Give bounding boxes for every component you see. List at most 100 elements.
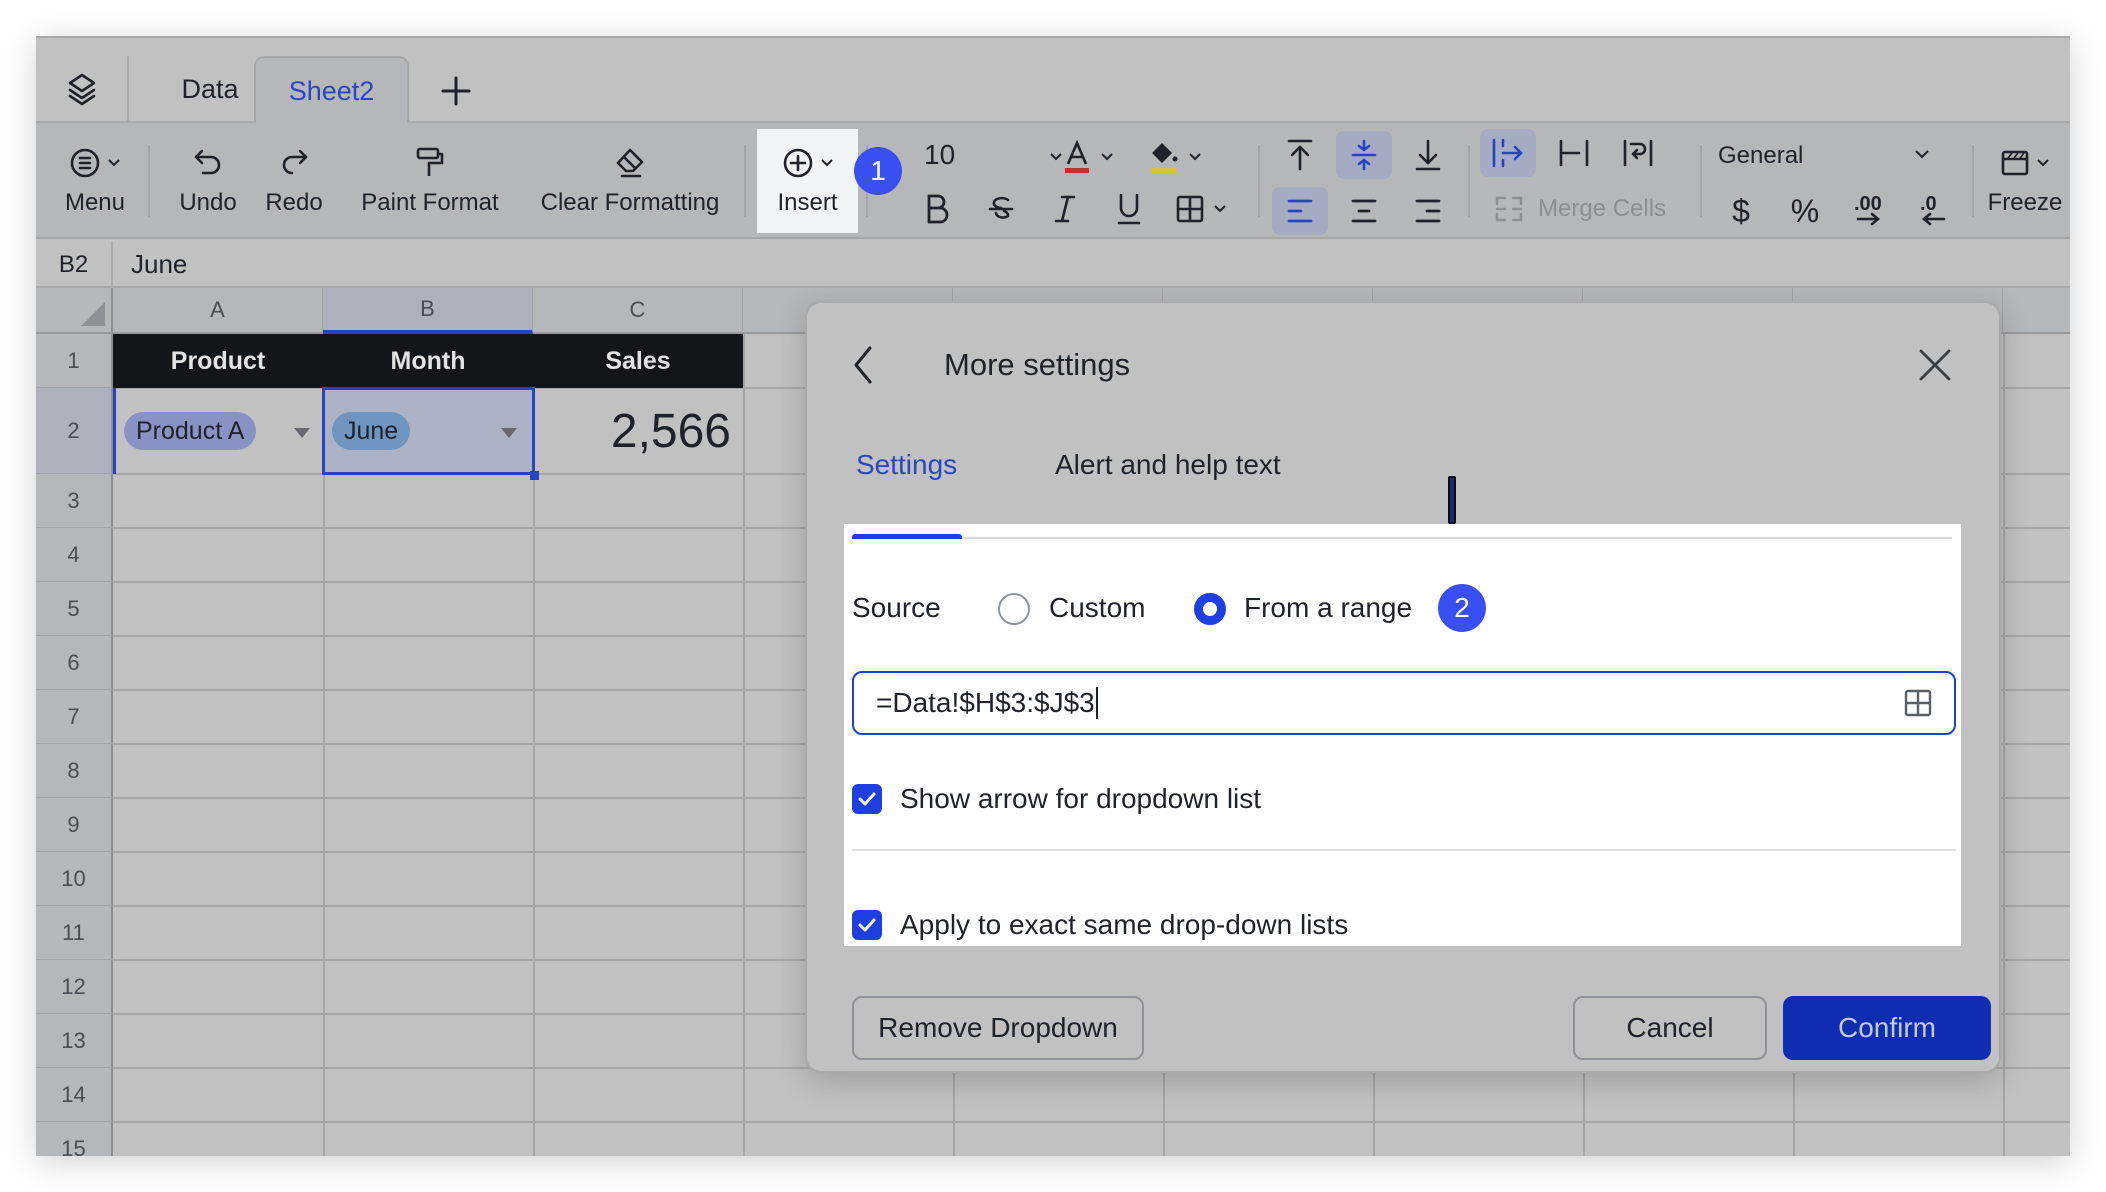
radio-custom-label[interactable]: Custom bbox=[1049, 588, 1145, 628]
row-header-5[interactable]: 5 bbox=[36, 582, 113, 636]
row-header-10[interactable]: 10 bbox=[36, 852, 113, 906]
insert-button[interactable]: Insert bbox=[757, 129, 858, 233]
percent-format-button[interactable]: % bbox=[1777, 187, 1833, 235]
row-header-9[interactable]: 9 bbox=[36, 798, 113, 852]
formula-bar: B2 June bbox=[36, 241, 2070, 288]
row-header-8[interactable]: 8 bbox=[36, 744, 113, 798]
dropdown-chip: Product A bbox=[124, 412, 257, 450]
show-arrow-checkbox[interactable] bbox=[852, 784, 882, 814]
cell-text: 2,566 bbox=[610, 404, 731, 458]
fill-color-icon bbox=[1151, 143, 1178, 173]
redo-button[interactable]: Redo bbox=[254, 123, 334, 239]
freeze-button[interactable]: Freeze bbox=[1984, 123, 2066, 239]
chevron-down-icon bbox=[820, 159, 833, 167]
bold-icon bbox=[927, 194, 949, 224]
undo-button[interactable]: Undo bbox=[166, 123, 250, 239]
chevron-down-icon bbox=[1101, 153, 1113, 161]
increase-decimal-button[interactable]: .00 bbox=[1841, 185, 1897, 233]
text-overflow-button[interactable] bbox=[1480, 129, 1536, 177]
text-color-icon bbox=[1065, 140, 1089, 173]
select-all-corner[interactable] bbox=[36, 288, 113, 334]
column-header-j[interactable] bbox=[2003, 288, 2070, 334]
italic-button[interactable] bbox=[1037, 185, 1093, 233]
fill-color-button[interactable] bbox=[1134, 133, 1216, 181]
row-header-14[interactable]: 14 bbox=[36, 1068, 113, 1122]
cancel-button[interactable]: Cancel bbox=[1573, 996, 1767, 1060]
row-header-4[interactable]: 4 bbox=[36, 528, 113, 582]
row-header-1[interactable]: 1 bbox=[36, 334, 113, 388]
menu-button[interactable]: Menu bbox=[50, 123, 140, 239]
dropdown-arrow-icon[interactable] bbox=[501, 428, 517, 438]
apply-same-lists-checkbox[interactable] bbox=[852, 910, 882, 940]
show-arrow-label[interactable]: Show arrow for dropdown list bbox=[900, 779, 1261, 819]
tab-settings[interactable]: Settings bbox=[856, 445, 957, 485]
sheet-tab-sheet2[interactable]: Sheet2 bbox=[254, 56, 409, 125]
formula-input[interactable]: June bbox=[131, 241, 187, 288]
radio-from-range-label[interactable]: From a range bbox=[1244, 588, 1412, 628]
text-clip-icon bbox=[1559, 139, 1589, 167]
align-left-button[interactable] bbox=[1272, 187, 1328, 235]
radio-from-range[interactable] bbox=[1194, 593, 1226, 625]
cell-c2[interactable]: 2,566 bbox=[533, 388, 743, 474]
row-header-13[interactable]: 13 bbox=[36, 1014, 113, 1068]
column-header-b[interactable]: B bbox=[323, 288, 533, 334]
tab-active-indicator bbox=[852, 534, 962, 539]
cell-a2[interactable]: Product A bbox=[113, 388, 323, 474]
align-bottom-icon bbox=[1415, 139, 1441, 171]
underline-button[interactable] bbox=[1101, 185, 1157, 233]
bold-button[interactable] bbox=[909, 185, 965, 233]
remove-dropdown-button[interactable]: Remove Dropdown bbox=[852, 996, 1144, 1060]
back-button[interactable] bbox=[847, 341, 879, 389]
column-header-c[interactable]: C bbox=[533, 288, 743, 334]
cell-text: Sales bbox=[605, 346, 671, 375]
row-header-11[interactable]: 11 bbox=[36, 906, 113, 960]
row-header-2[interactable]: 2 bbox=[36, 388, 113, 474]
cell-a1[interactable]: Product bbox=[113, 334, 323, 388]
paint-format-button[interactable]: Paint Format bbox=[346, 123, 514, 239]
range-input[interactable]: =Data!$H$3:$J$3 bbox=[852, 671, 1956, 735]
text-color-button[interactable] bbox=[1048, 133, 1128, 181]
undo-label: Undo bbox=[179, 189, 237, 216]
dropdown-arrow-icon[interactable] bbox=[294, 428, 310, 438]
align-top-button[interactable] bbox=[1272, 131, 1328, 179]
cell-reference-box[interactable]: B2 bbox=[36, 241, 113, 288]
insert-label: Insert bbox=[777, 189, 838, 216]
row-header-15[interactable]: 15 bbox=[36, 1122, 113, 1156]
align-center-button[interactable] bbox=[1336, 187, 1392, 235]
source-label: Source bbox=[852, 592, 941, 623]
currency-format-button[interactable]: $ bbox=[1713, 187, 1769, 235]
borders-button[interactable] bbox=[1161, 185, 1241, 233]
number-format-select[interactable]: General bbox=[1718, 133, 1944, 179]
merge-cells-button[interactable]: Merge Cells bbox=[1494, 185, 1694, 233]
column-header-a[interactable]: A bbox=[113, 288, 323, 334]
text-clip-button[interactable] bbox=[1546, 129, 1602, 177]
add-sheet-button[interactable] bbox=[431, 66, 481, 116]
align-right-button[interactable] bbox=[1400, 187, 1456, 235]
confirm-button[interactable]: Confirm bbox=[1783, 996, 1991, 1060]
text-overflow-icon bbox=[1492, 138, 1523, 168]
dialog-title: More settings bbox=[944, 347, 1131, 382]
toolbar-divider bbox=[744, 145, 746, 217]
row-header-6[interactable]: 6 bbox=[36, 636, 113, 690]
cell-c1[interactable]: Sales bbox=[533, 334, 743, 388]
strikethrough-button[interactable] bbox=[973, 185, 1029, 233]
eraser-icon bbox=[616, 148, 644, 178]
cell-b1[interactable]: Month bbox=[323, 334, 533, 388]
menu-label: Menu bbox=[64, 189, 126, 216]
apply-same-lists-label[interactable]: Apply to exact same drop-down lists bbox=[900, 905, 1348, 945]
tab-alert-and-help-text[interactable]: Alert and help text bbox=[1055, 445, 1281, 485]
row-header-12[interactable]: 12 bbox=[36, 960, 113, 1014]
selected-cell-b2[interactable]: June bbox=[322, 387, 535, 475]
clear-formatting-button[interactable]: Clear Formatting bbox=[524, 123, 736, 239]
row-header-3[interactable]: 3 bbox=[36, 474, 113, 528]
plus-icon bbox=[441, 76, 471, 106]
text-wrap-button[interactable] bbox=[1610, 129, 1666, 177]
align-middle-button[interactable] bbox=[1336, 131, 1392, 179]
radio-custom[interactable] bbox=[998, 593, 1030, 625]
align-bottom-button[interactable] bbox=[1400, 131, 1456, 179]
sheet-list-button[interactable] bbox=[36, 56, 129, 121]
select-range-icon[interactable] bbox=[1904, 689, 1932, 717]
decrease-decimal-button[interactable]: .0 bbox=[1905, 185, 1961, 233]
close-button[interactable] bbox=[1915, 345, 1955, 385]
row-header-7[interactable]: 7 bbox=[36, 690, 113, 744]
